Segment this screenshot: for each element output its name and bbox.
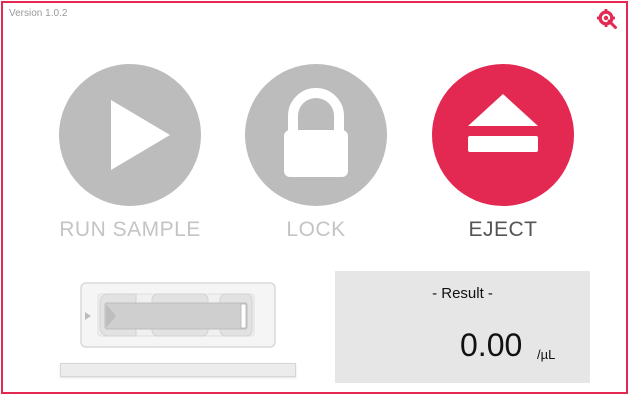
eject-button[interactable] [432, 64, 574, 206]
version-label: Version 1.0.2 [9, 8, 68, 19]
lock-label: LOCK [286, 218, 346, 241]
lock-icon [284, 88, 348, 177]
progress-bar [60, 363, 296, 377]
lock-button[interactable] [245, 64, 387, 206]
cartridge-icon [80, 282, 276, 348]
eject-label: EJECT [468, 218, 538, 241]
run-sample-button[interactable] [59, 64, 201, 206]
settings-icon[interactable] [597, 9, 617, 29]
play-icon [111, 100, 170, 170]
run-sample-label: RUN SAMPLE [59, 218, 201, 241]
result-panel: - Result - 0.00 /µL [335, 271, 590, 383]
result-unit: /µL [537, 347, 556, 362]
result-title: - Result - [432, 285, 493, 302]
eject-icon [468, 94, 538, 152]
result-value: 0.00 [460, 327, 523, 363]
